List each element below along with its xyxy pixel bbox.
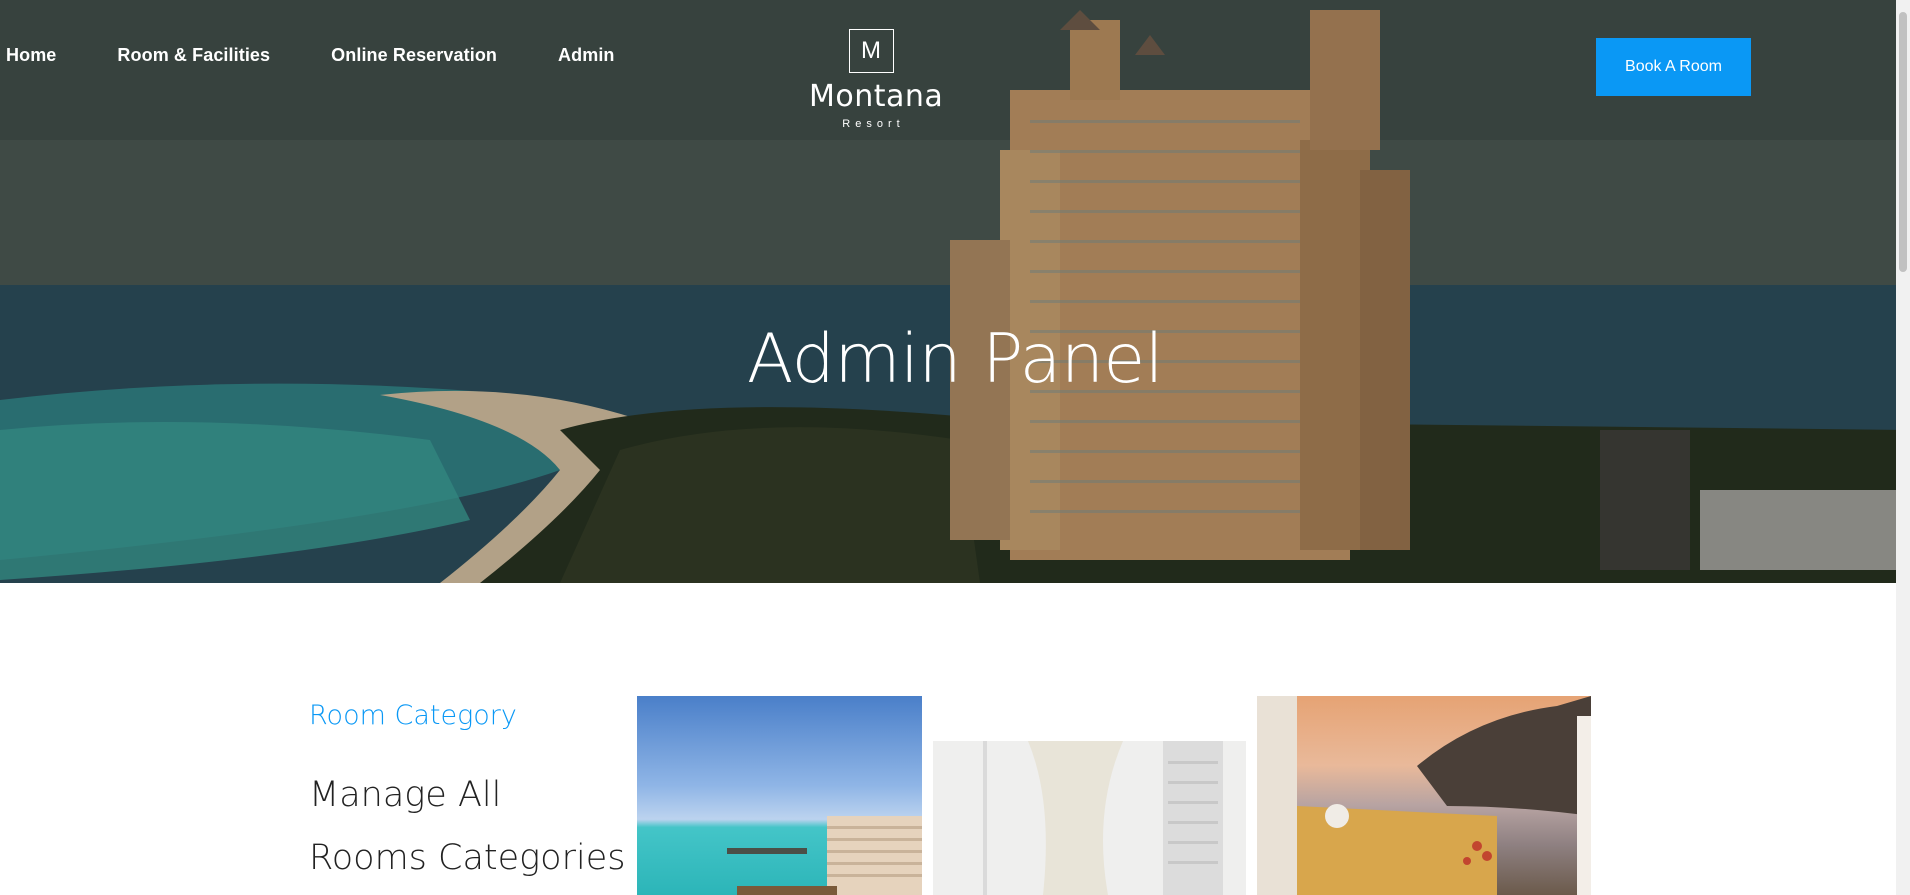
nav-room-facilities[interactable]: Room & Facilities [117, 45, 270, 66]
nav-online-reservation[interactable]: Online Reservation [331, 45, 497, 66]
room-photo-curtain-window[interactable] [933, 741, 1246, 895]
logo-mark: M [848, 29, 894, 73]
room-photo-ocean-balcony[interactable] [637, 696, 922, 895]
section-eyebrow: Room Category [309, 700, 517, 731]
page-scrollbar[interactable] [1896, 0, 1910, 895]
scrollbar-thumb[interactable] [1899, 12, 1907, 272]
nav-admin[interactable]: Admin [558, 45, 615, 66]
logo-name: Montana [809, 79, 944, 114]
logo-subtitle: Resort [842, 118, 905, 130]
room-photo-sunset-terrace[interactable] [1257, 696, 1591, 895]
site-logo[interactable]: M Montana Resort [809, 29, 944, 130]
main-nav: Home Room & Facilities Online Reservatio… [6, 45, 676, 66]
page-title: Admin Panel [746, 320, 1164, 399]
section-heading: Manage All Rooms Categories [309, 775, 626, 878]
nav-home[interactable]: Home [6, 45, 56, 66]
hero-banner: Home Room & Facilities Online Reservatio… [0, 0, 1910, 583]
book-a-room-button[interactable]: Book A Room [1596, 38, 1751, 96]
